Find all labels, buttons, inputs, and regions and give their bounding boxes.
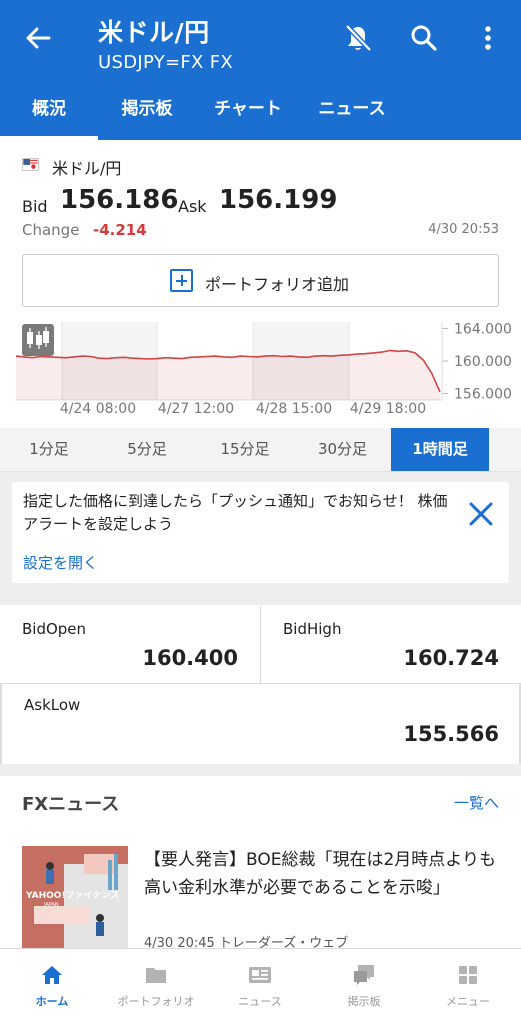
us-jp-flag-icon: [22, 158, 39, 171]
nav-label: メニュー: [446, 995, 490, 1008]
news-section-title: FXニュース: [22, 794, 120, 815]
ask-label: Ask: [178, 197, 207, 216]
stat-label: BidHigh: [283, 620, 342, 638]
home-icon: [42, 966, 62, 984]
interval-15min[interactable]: 15分足: [196, 428, 294, 471]
news-icon: [249, 967, 271, 983]
stat-label: BidOpen: [22, 620, 87, 638]
x-tick-label: 4/24 08:00: [60, 401, 136, 417]
nav-label: 掲示板: [347, 995, 381, 1008]
thumb-brand-text: YAHOO!ファイナンス: [25, 890, 119, 901]
add-box-icon: [170, 269, 193, 292]
stat-value: 160.400: [142, 646, 238, 670]
interval-5min[interactable]: 5分足: [98, 428, 196, 471]
app-header: 米ドル/円 USDJPY=FX FX 概況 掲示板 チャート ニュース: [0, 0, 521, 140]
stat-ask-low: AskLow 155.566: [0, 684, 521, 764]
stat-bid-high: BidHigh 160.724: [261, 606, 521, 684]
interval-30min[interactable]: 30分足: [294, 428, 391, 471]
folder-icon: [146, 968, 166, 983]
stat-label: AskLow: [24, 696, 81, 714]
alert-message: 指定した価格に到達したら「プッシュ通知」でお知らせ！ 株価アラートを設定しよう: [23, 492, 448, 533]
board-icon: [354, 965, 374, 985]
interval-1min[interactable]: 1分足: [0, 428, 98, 471]
y-tick-label: 156.000: [454, 387, 512, 403]
y-tick-label: 160.000: [454, 354, 512, 370]
nav-label: ニュース: [238, 995, 282, 1008]
change-label: Change: [22, 221, 80, 239]
nav-portfolio[interactable]: ポートフォリオ: [104, 949, 208, 1024]
stat-value: 160.724: [403, 646, 499, 670]
x-tick-label: 4/27 12:00: [158, 401, 234, 417]
y-tick-label: 164.000: [454, 322, 512, 338]
add-portfolio-label: ポートフォリオ追加: [205, 275, 350, 294]
nav-news[interactable]: ニュース: [208, 949, 312, 1024]
quote-timestamp: 4/30 20:53: [428, 222, 499, 237]
open-settings-link[interactable]: 設定を開く: [23, 552, 98, 573]
stat-bid-open: BidOpen 160.400: [0, 606, 261, 684]
tab-news[interactable]: ニュース: [300, 88, 404, 140]
add-portfolio-button[interactable]: ポートフォリオ追加: [22, 254, 499, 307]
bell-off-icon[interactable]: [342, 22, 374, 54]
nav-board[interactable]: 掲示板: [312, 949, 416, 1024]
x-tick-label: 4/28 15:00: [256, 401, 332, 417]
price-alert-card: 指定した価格に到達したら「プッシュ通知」でお知らせ！ 株価アラートを設定しよう …: [12, 482, 509, 583]
search-icon[interactable]: [408, 22, 440, 54]
close-icon[interactable]: [467, 500, 495, 528]
tab-overview[interactable]: 概況: [0, 88, 98, 140]
section-tabs: 概況 掲示板 チャート ニュース: [0, 88, 521, 140]
back-arrow-icon[interactable]: [22, 22, 54, 54]
bottom-navigation: ホーム ポートフォリオ ニュース 掲示板 メニュー: [0, 948, 521, 1024]
candlestick-toggle-icon[interactable]: [22, 324, 54, 356]
bid-label: Bid: [22, 197, 48, 216]
interval-tabs: 1分足 5分足 15分足 30分足 1時間足: [0, 428, 521, 472]
tab-board[interactable]: 掲示板: [98, 88, 196, 140]
tab-chart[interactable]: チャート: [196, 88, 300, 140]
nav-menu[interactable]: メニュー: [416, 949, 520, 1024]
more-vert-icon[interactable]: [472, 22, 504, 54]
nav-label: ポートフォリオ: [117, 995, 195, 1008]
menu-grid-icon: [459, 966, 477, 984]
page-title: 米ドル/円: [98, 18, 210, 47]
page-subtitle: USDJPY=FX FX: [98, 52, 233, 73]
nav-label: ホーム: [35, 995, 69, 1008]
thumb-brand-sub: JAPAN: [43, 902, 59, 908]
x-tick-label: 4/29 18:00: [350, 401, 426, 417]
interval-1hour[interactable]: 1時間足: [391, 428, 489, 471]
stat-value: 155.566: [403, 722, 499, 746]
news-thumbnail[interactable]: YAHOO!ファイナンス JAPAN: [22, 846, 128, 948]
price-chart[interactable]: 164.000 160.000 156.000 4/24 08:00 4/27 12:0…: [0, 318, 521, 426]
news-more-link[interactable]: 一覧へ: [454, 792, 499, 813]
ask-value: 156.199: [219, 185, 338, 215]
pair-name: 米ドル/円: [52, 159, 122, 178]
news-headline[interactable]: 【要人発言】BOE総裁「現在は2月時点よりも高い金利水準が必要であることを示唆」: [144, 846, 500, 902]
change-value: -4.214: [93, 221, 147, 239]
nav-home[interactable]: ホーム: [0, 949, 104, 1024]
section-divider: [0, 764, 521, 776]
bid-value: 156.186: [60, 185, 179, 215]
